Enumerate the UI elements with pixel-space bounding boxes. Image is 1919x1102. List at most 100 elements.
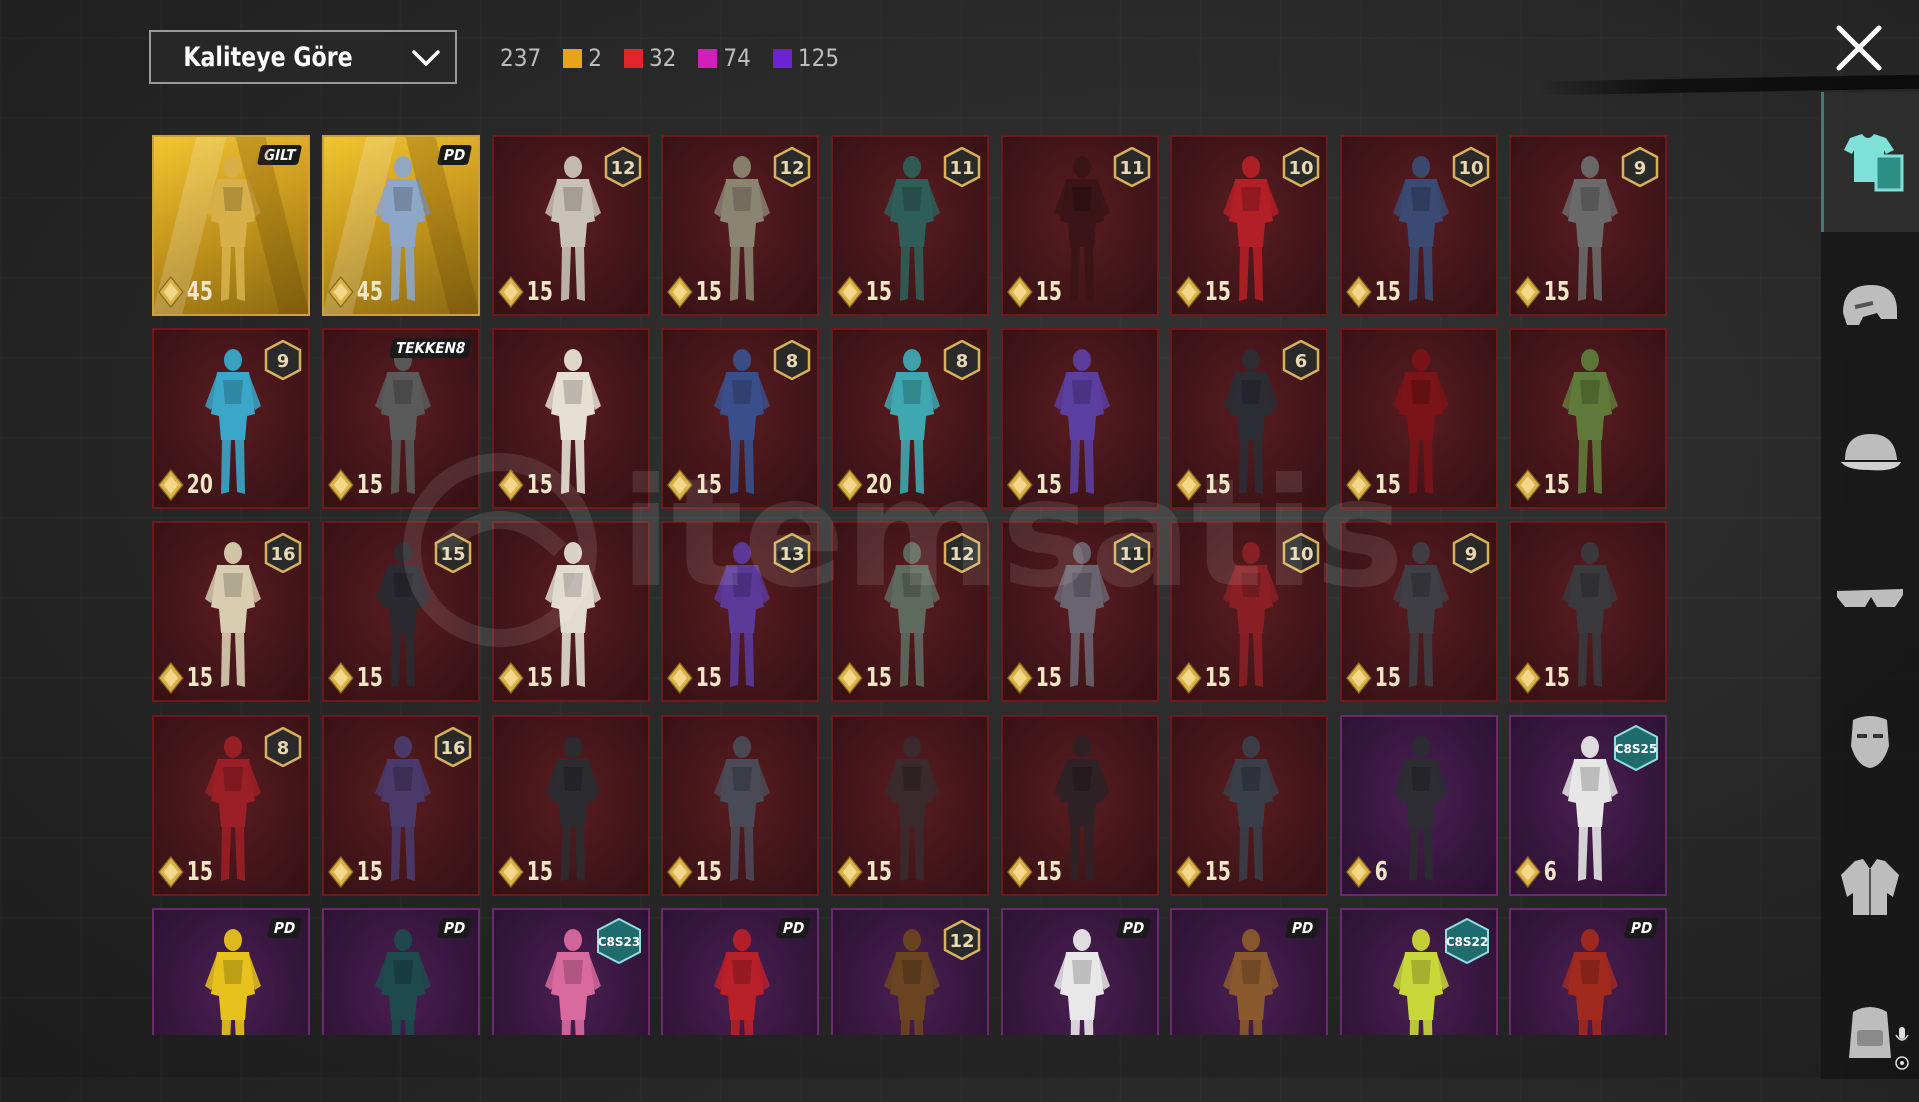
coin-icon	[1007, 662, 1033, 694]
svg-text:10: 10	[1288, 158, 1313, 179]
item-card[interactable]: GILT 45	[152, 135, 310, 316]
item-price-value: 15	[1035, 857, 1062, 887]
glasses-icon	[1837, 589, 1903, 607]
item-price-value: 45	[356, 277, 383, 307]
item-card[interactable]: 15	[1340, 328, 1498, 509]
item-card[interactable]: PD	[661, 908, 819, 1035]
item-card[interactable]: PD	[152, 908, 310, 1035]
outfit-figure	[714, 929, 770, 1035]
item-card[interactable]: PD	[1170, 908, 1328, 1035]
level-badge-icon: 12	[773, 147, 811, 187]
category-cap[interactable]	[1821, 382, 1919, 522]
category-mask[interactable]	[1821, 672, 1919, 812]
item-price-value: 15	[1374, 663, 1401, 693]
item-card[interactable]: 9 20	[152, 328, 310, 509]
item-price: 20	[158, 469, 213, 501]
coin-icon	[667, 662, 693, 694]
item-card[interactable]: 6 15	[1170, 328, 1328, 509]
inventory-counts: 237 2 32 74 125	[500, 40, 839, 76]
svg-text:C8S23: C8S23	[598, 935, 641, 949]
level-badge-icon: 9	[264, 340, 302, 380]
item-card[interactable]: 15	[831, 715, 989, 896]
svg-text:10: 10	[1458, 158, 1483, 179]
item-card[interactable]: 6	[1340, 715, 1498, 896]
item-card[interactable]: 10 15	[1170, 521, 1328, 702]
coin-icon	[1007, 469, 1033, 501]
item-price-value: 15	[865, 277, 892, 307]
collection-badge: PD	[775, 918, 812, 938]
coin-icon	[667, 469, 693, 501]
item-card[interactable]: TEKKEN8 15	[322, 328, 480, 509]
close-icon[interactable]	[1833, 22, 1885, 74]
item-card[interactable]: C8S22	[1340, 908, 1498, 1035]
item-price: 15	[328, 469, 383, 501]
item-card[interactable]: 9 15	[1509, 135, 1667, 316]
outfit-figure	[375, 929, 431, 1035]
svg-text:9: 9	[1465, 544, 1478, 565]
item-card[interactable]: 16 15	[322, 715, 480, 896]
item-price-value: 15	[1204, 470, 1231, 500]
season-badge-icon: C8S25	[1614, 725, 1658, 771]
item-price: 20	[837, 469, 892, 501]
item-price-value: 15	[695, 857, 722, 887]
item-card[interactable]: 15	[492, 328, 650, 509]
item-card[interactable]: 13 15	[661, 521, 819, 702]
item-card[interactable]: 15	[492, 715, 650, 896]
item-price: 15	[667, 856, 722, 888]
item-card[interactable]: 9 15	[1340, 521, 1498, 702]
item-price: 45	[158, 276, 213, 308]
outfit-icon	[1844, 134, 1904, 192]
cap-icon	[1841, 434, 1901, 471]
item-card[interactable]: 15	[1001, 715, 1159, 896]
item-price-value: 15	[865, 857, 892, 887]
coin-icon	[328, 856, 354, 888]
item-card[interactable]: 10 15	[1170, 135, 1328, 316]
item-card[interactable]: 15	[1509, 521, 1667, 702]
category-outfit[interactable]	[1821, 92, 1919, 232]
collection-badge: PD	[436, 918, 473, 938]
item-card[interactable]: 15	[661, 715, 819, 896]
svg-text:11: 11	[1119, 544, 1144, 565]
coin-icon	[498, 469, 524, 501]
item-price: 15	[1346, 662, 1401, 694]
item-price: 15	[498, 469, 553, 501]
level-badge-icon: 8	[943, 340, 981, 380]
item-card[interactable]: 15 15	[322, 521, 480, 702]
level-badge-icon: 10	[1282, 147, 1320, 187]
item-card[interactable]: PD	[1509, 908, 1667, 1035]
item-card[interactable]: 15	[1170, 715, 1328, 896]
sort-dropdown[interactable]: Kaliteye Göre	[149, 30, 457, 84]
item-card[interactable]: PD	[1001, 908, 1159, 1035]
item-card[interactable]: PD	[322, 908, 480, 1035]
item-card[interactable]: C8S25 6	[1509, 715, 1667, 896]
item-card[interactable]: 12 15	[492, 135, 650, 316]
item-card[interactable]: 16 15	[152, 521, 310, 702]
item-price-value: 15	[356, 470, 383, 500]
category-glasses[interactable]	[1821, 527, 1919, 667]
item-card[interactable]: 11 15	[1001, 521, 1159, 702]
mic-icon[interactable]	[1893, 1025, 1911, 1075]
item-card[interactable]: 12 15	[831, 521, 989, 702]
category-helmet[interactable]	[1821, 237, 1919, 377]
outfit-figure	[1562, 929, 1618, 1035]
item-card[interactable]: 15	[492, 521, 650, 702]
item-card[interactable]: 8 15	[661, 328, 819, 509]
item-card[interactable]: 12	[831, 908, 989, 1035]
level-badge-icon: 10	[1452, 147, 1490, 187]
coin-icon	[498, 856, 524, 888]
item-card[interactable]: 15	[1001, 328, 1159, 509]
item-card[interactable]: C8S23	[492, 908, 650, 1035]
category-jacket[interactable]	[1821, 817, 1919, 957]
item-card[interactable]: 11 15	[831, 135, 989, 316]
item-card[interactable]: 15	[1509, 328, 1667, 509]
legendary-swatch	[563, 48, 583, 68]
item-card[interactable]: 11 15	[1001, 135, 1159, 316]
item-card[interactable]: 10 15	[1340, 135, 1498, 316]
coin-icon	[837, 469, 863, 501]
item-card[interactable]: 8 20	[831, 328, 989, 509]
item-price: 15	[498, 856, 553, 888]
item-card[interactable]: 12 15	[661, 135, 819, 316]
collection-badge: PD	[266, 918, 303, 938]
item-card[interactable]: 8 15	[152, 715, 310, 896]
item-card[interactable]: PD 45	[322, 135, 480, 316]
